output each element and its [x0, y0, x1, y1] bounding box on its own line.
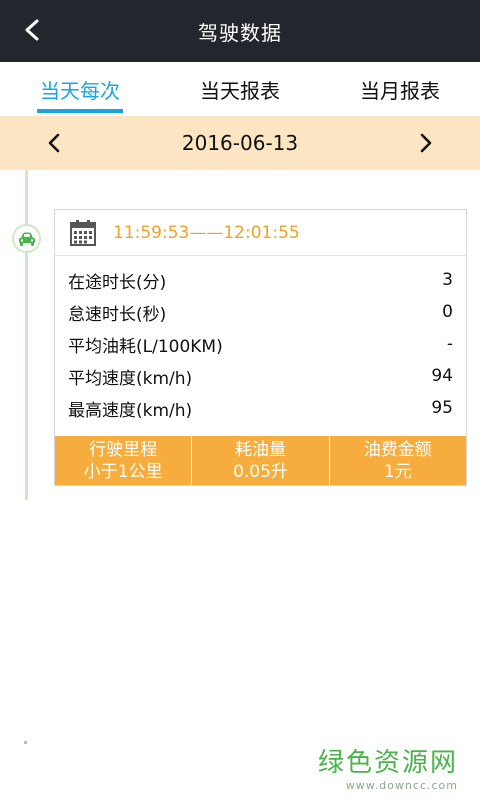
- car-icon: [18, 232, 35, 246]
- timeline-node: [12, 224, 41, 253]
- summary-fuel-cost: 油费金额 1元: [330, 436, 466, 485]
- decorative-dot: [24, 741, 27, 744]
- stat-row-max-speed: 最高速度(km/h) 95: [55, 392, 466, 424]
- trip-card-header: 11:59:53——12:01:55: [55, 210, 466, 256]
- summary-title: 耗油量: [234, 439, 286, 460]
- watermark: 绿色资源网 www.downcc.com: [318, 742, 458, 792]
- stat-label: 怠速时长(秒): [68, 304, 167, 325]
- stat-value: 95: [431, 398, 453, 418]
- trip-time-range: 11:59:53——12:01:55: [113, 222, 300, 243]
- stat-row-avg-fuel: 平均油耗(L/100KM) -: [55, 328, 466, 360]
- trip-stats: 在途时长(分) 3 怠速时长(秒) 0 平均油耗(L/100KM) - 平均速度…: [55, 256, 466, 424]
- tab-daily-each-trip[interactable]: 当天每次: [0, 62, 160, 116]
- summary-value: 小于1公里: [83, 461, 163, 482]
- top-app-bar: 驾驶数据: [0, 0, 480, 62]
- watermark-title: 绿色资源网: [317, 748, 458, 778]
- trip-card[interactable]: 11:59:53——12:01:55 在途时长(分) 3 怠速时长(秒) 0 平…: [54, 209, 467, 486]
- stat-value: -: [446, 334, 453, 354]
- summary-value: 0.05升: [233, 461, 288, 482]
- timeline-line: [25, 170, 28, 500]
- stat-label: 平均油耗(L/100KM): [68, 336, 223, 357]
- tab-daily-report[interactable]: 当天报表: [160, 62, 320, 116]
- stat-row-idle: 怠速时长(秒) 0: [55, 296, 466, 328]
- summary-title: 行驶里程: [89, 439, 158, 460]
- stat-value: 94: [431, 366, 453, 386]
- chevron-left-icon: [48, 133, 60, 153]
- tab-monthly-report[interactable]: 当月报表: [320, 62, 480, 116]
- stat-row-duration: 在途时长(分) 3: [55, 264, 466, 296]
- stat-label: 最高速度(km/h): [68, 400, 193, 421]
- summary-title: 油费金额: [363, 439, 432, 460]
- watermark-url: www.downcc.com: [345, 779, 458, 792]
- current-date: 2016-06-13: [181, 131, 299, 155]
- tab-bar: 当天每次 当天报表 当月报表: [0, 62, 480, 116]
- summary-distance: 行驶里程 小于1公里: [55, 436, 193, 485]
- trip-summary-bar: 行驶里程 小于1公里 耗油量 0.05升 油费金额 1元: [55, 436, 466, 485]
- stat-row-avg-speed: 平均速度(km/h) 94: [55, 360, 466, 392]
- chevron-right-icon: [420, 133, 432, 153]
- stat-label: 在途时长(分): [68, 272, 167, 293]
- date-selector: 2016-06-13: [0, 116, 480, 170]
- next-date-button[interactable]: [406, 124, 446, 162]
- back-button[interactable]: [10, 8, 54, 52]
- page-title: 驾驶数据: [198, 20, 282, 45]
- calendar-icon: [70, 219, 96, 246]
- stat-value: 0: [442, 302, 453, 322]
- stat-label: 平均速度(km/h): [68, 368, 193, 389]
- prev-date-button[interactable]: [34, 124, 74, 162]
- summary-value: 1元: [383, 461, 412, 482]
- stat-value: 3: [442, 270, 453, 290]
- summary-fuel-used: 耗油量 0.05升: [192, 436, 330, 485]
- back-arrow-icon: [25, 19, 39, 41]
